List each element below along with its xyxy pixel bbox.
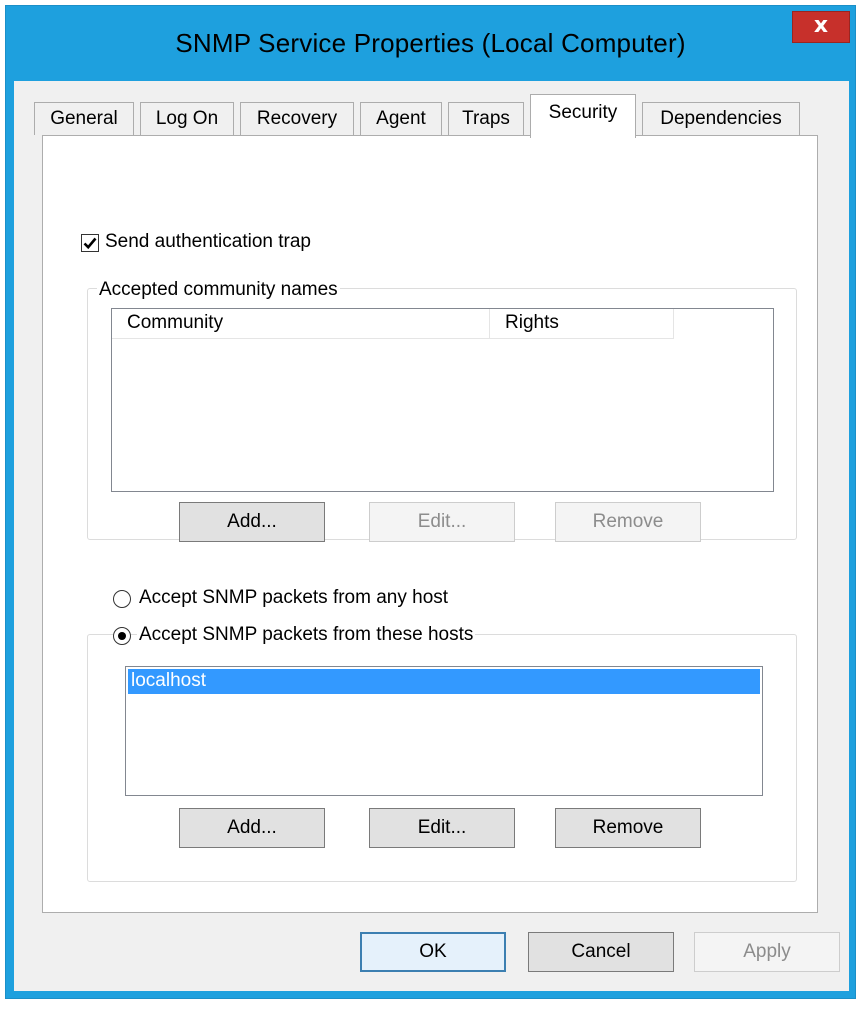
window-title: SNMP Service Properties (Local Computer) xyxy=(175,28,686,58)
apply-button[interactable]: Apply xyxy=(694,932,840,972)
cancel-button[interactable]: Cancel xyxy=(528,932,674,972)
tab-recovery[interactable]: Recovery xyxy=(240,102,354,135)
tab-dependencies[interactable]: Dependencies xyxy=(642,102,800,135)
tab-agent[interactable]: Agent xyxy=(360,102,442,135)
community-remove-button[interactable]: Remove xyxy=(555,502,701,542)
community-list[interactable]: Community Rights xyxy=(111,308,774,492)
tab-general[interactable]: General xyxy=(34,102,134,135)
hosts-list[interactable]: localhost xyxy=(125,666,763,796)
column-header-community[interactable]: Community xyxy=(112,309,490,339)
dialog-client-area: General Log On Recovery Agent Traps Secu… xyxy=(14,81,849,991)
tab-security[interactable]: Security xyxy=(530,94,636,138)
host-list-item[interactable]: localhost xyxy=(128,669,760,694)
accept-any-host-label[interactable]: Accept SNMP packets from any host xyxy=(139,587,448,609)
ok-button[interactable]: OK xyxy=(360,932,506,972)
community-edit-button[interactable]: Edit... xyxy=(369,502,515,542)
dialog-window: SNMP Service Properties (Local Computer)… xyxy=(5,5,856,999)
hosts-edit-button[interactable]: Edit... xyxy=(369,808,515,848)
hosts-add-button[interactable]: Add... xyxy=(179,808,325,848)
accept-these-hosts-radio[interactable] xyxy=(113,627,131,645)
community-group-legend: Accepted community names xyxy=(97,279,340,301)
checkmark-icon xyxy=(83,237,97,250)
security-tab-panel: Send authentication trap Accepted commun… xyxy=(42,135,818,913)
community-add-button[interactable]: Add... xyxy=(179,502,325,542)
accept-any-host-radio[interactable] xyxy=(113,590,131,608)
close-button[interactable]: x xyxy=(792,11,850,43)
hosts-remove-button[interactable]: Remove xyxy=(555,808,701,848)
column-header-rights[interactable]: Rights xyxy=(490,309,674,339)
tab-log-on[interactable]: Log On xyxy=(140,102,234,135)
radio-selected-dot xyxy=(118,632,126,640)
tab-traps[interactable]: Traps xyxy=(448,102,524,135)
close-icon: x xyxy=(813,13,829,38)
send-auth-trap-label[interactable]: Send authentication trap xyxy=(105,231,311,253)
accept-these-hosts-label[interactable]: Accept SNMP packets from these hosts xyxy=(137,624,476,646)
send-auth-trap-checkbox[interactable] xyxy=(81,234,99,252)
